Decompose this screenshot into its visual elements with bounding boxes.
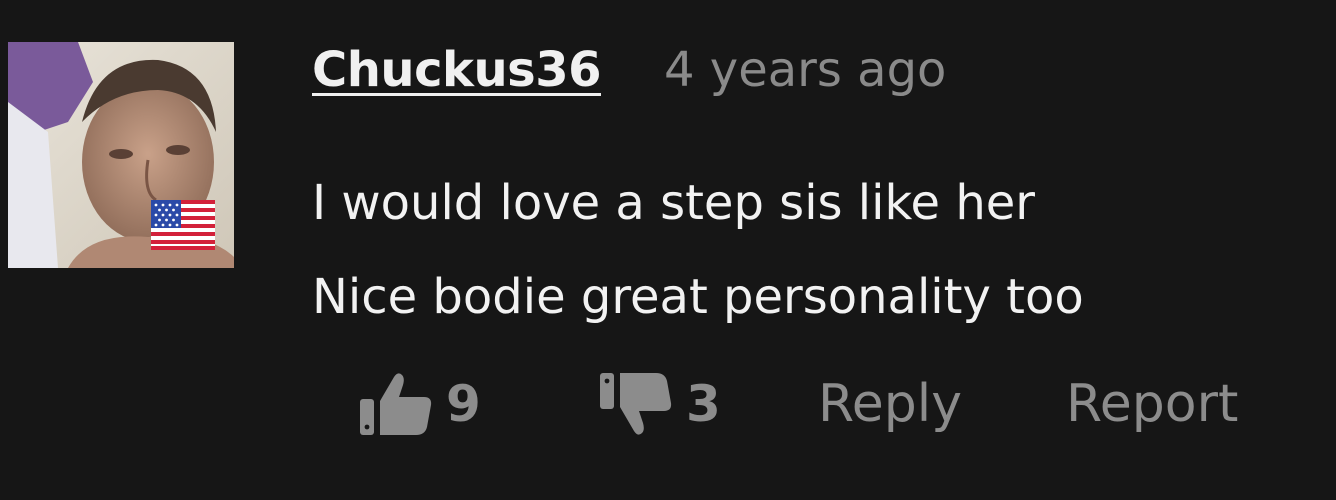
dislike-button[interactable]: 3 bbox=[598, 366, 721, 442]
like-count: 9 bbox=[446, 375, 481, 433]
reply-button[interactable]: Reply bbox=[818, 366, 962, 442]
dislike-count: 3 bbox=[686, 375, 721, 433]
report-label: Report bbox=[1066, 374, 1239, 434]
avatar[interactable] bbox=[8, 42, 234, 268]
comment-body-line: Nice bodie great personality too bbox=[312, 269, 1084, 325]
thumbs-down-icon bbox=[600, 373, 672, 435]
comment-body: I would love a step sis like her Nice bo… bbox=[312, 156, 1084, 344]
thumbs-up-icon bbox=[360, 373, 432, 435]
reply-label: Reply bbox=[818, 374, 963, 434]
username-link[interactable]: Chuckus36 bbox=[312, 38, 601, 102]
comment-body-line: I would love a step sis like her bbox=[312, 175, 1036, 231]
comment: Chuckus36 4 years ago I would love a ste… bbox=[0, 0, 1336, 500]
us-flag-icon bbox=[151, 200, 215, 250]
report-button[interactable]: Report bbox=[1066, 366, 1238, 442]
like-button[interactable]: 9 bbox=[358, 366, 481, 442]
comment-timestamp: 4 years ago bbox=[664, 42, 947, 98]
